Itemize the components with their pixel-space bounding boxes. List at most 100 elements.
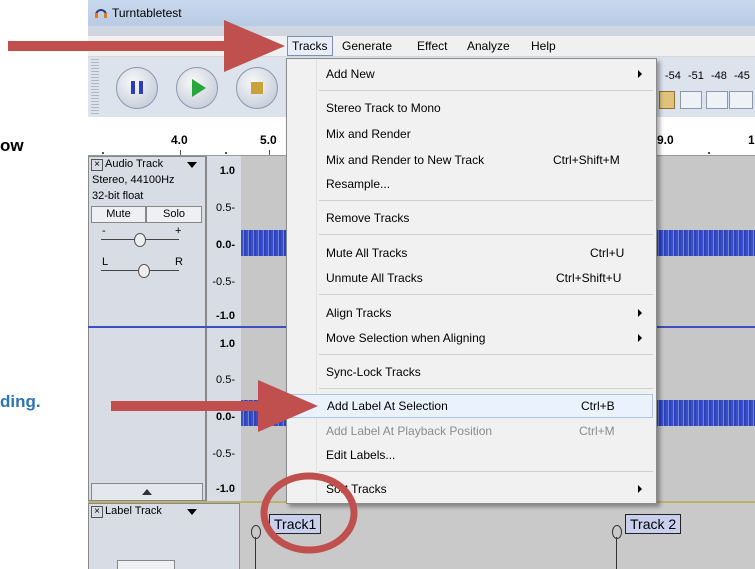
menu-analyze[interactable]: Analyze — [467, 39, 510, 53]
scale-label: 1.0 — [219, 165, 235, 177]
menu-item-remove-tracks[interactable]: Remove Tracks — [287, 206, 656, 230]
menu-item-mix-render-new-track[interactable]: Mix and Render to New Track Ctrl+Shift+M — [287, 148, 656, 172]
trim-icon[interactable] — [680, 91, 702, 109]
menu-item-sort-tracks[interactable]: Sort Tracks — [287, 477, 656, 501]
menu-item-label: Add New — [326, 67, 375, 81]
menu-edit[interactable]: Edit — [122, 39, 143, 53]
ruler-label: 4.0 — [171, 133, 188, 147]
track-name-menu[interactable]: Audio Track — [105, 158, 163, 170]
menu-item-label: Mute All Tracks — [326, 246, 408, 260]
track-label-2[interactable]: Track 2 — [625, 514, 682, 534]
pause-button[interactable] — [116, 67, 158, 109]
menu-transport[interactable]: Transport — [216, 39, 267, 53]
scale-label: -0.5- — [212, 448, 235, 460]
scale-label: 0.5- — [216, 374, 235, 386]
label-track-close-button[interactable]: × — [91, 506, 103, 518]
menu-item-add-label-at-selection[interactable]: Add Label At Selection Ctrl+B — [289, 394, 653, 418]
amplitude-scale: 1.0 0.5- 0.0- -0.5- -1.0 1.0 0.5- 0.0- -… — [206, 156, 241, 501]
pan-slider-handle[interactable] — [138, 264, 150, 278]
track-menu-arrow-icon[interactable] — [187, 162, 197, 168]
play-icon — [192, 79, 206, 97]
ruler-tick — [708, 152, 710, 154]
label-marker-line-2 — [616, 537, 617, 569]
menu-item-label: Move Selection when Aligning — [326, 331, 486, 345]
menu-item-mute-all[interactable]: Mute All Tracks Ctrl+U — [287, 241, 656, 265]
menu-file[interactable]: File — [94, 39, 113, 53]
menu-item-add-new[interactable]: Add New — [287, 62, 656, 86]
menu-item-sync-lock[interactable]: Sync-Lock Tracks — [287, 360, 656, 384]
menu-generate[interactable]: Generate — [342, 39, 392, 53]
meter-label: -54 — [665, 70, 681, 82]
menu-item-edit-labels[interactable]: Edit Labels... — [287, 443, 656, 467]
label-marker-handle-1[interactable] — [251, 525, 261, 539]
ruler-tick — [102, 152, 104, 154]
ruler-tick — [180, 150, 181, 155]
menu-item-shortcut: Ctrl+B — [581, 399, 615, 413]
label-marker-handle-2[interactable] — [612, 525, 622, 539]
menu-item-label: Mix and Render to New Track — [326, 153, 485, 167]
scale-label: 0.0- — [216, 239, 235, 251]
menu-help[interactable]: Help — [531, 39, 556, 53]
submenu-arrow-icon — [638, 70, 642, 78]
collapse-track-button[interactable] — [91, 483, 203, 501]
scale-label: -1.0 — [216, 483, 235, 495]
pause-icon — [131, 81, 143, 94]
label-track-panel: × Label Track — [88, 503, 240, 569]
track-close-button[interactable]: × — [91, 159, 103, 171]
meter-label: -45 — [734, 70, 750, 82]
meter-label: -48 — [711, 70, 727, 82]
gain-minus-label: - — [102, 225, 106, 237]
menu-item-resample[interactable]: Resample... — [287, 172, 656, 196]
gain-slider-handle[interactable] — [134, 233, 146, 247]
menu-item-move-selection-aligning[interactable]: Move Selection when Aligning — [287, 326, 656, 350]
menu-separator — [319, 471, 653, 472]
menu-item-label: Add Label At Selection — [327, 399, 448, 413]
menu-item-align-tracks[interactable]: Align Tracks — [287, 301, 656, 325]
menu-separator — [319, 200, 653, 201]
menu-item-shortcut: Ctrl+M — [579, 424, 615, 438]
silence-icon[interactable] — [706, 91, 728, 109]
menu-effect[interactable]: Effect — [417, 39, 447, 53]
menu-item-stereo-to-mono[interactable]: Stereo Track to Mono — [287, 96, 656, 120]
label-track: × Label Track Track1 Track 2 — [88, 501, 755, 569]
paste-icon[interactable] — [659, 91, 675, 109]
menu-item-label: Add Label At Playback Position — [326, 424, 493, 438]
menu-item-label: Mix and Render — [326, 127, 411, 141]
stop-button[interactable] — [236, 67, 278, 109]
label-marker-line-1 — [255, 537, 256, 569]
menu-separator — [319, 234, 653, 235]
headphones-icon — [95, 9, 107, 18]
pan-right-label: R — [175, 256, 183, 268]
menu-view[interactable]: View — [152, 39, 178, 53]
tracks-dropdown-menu: Add New Stereo Track to Mono Mix and Ren… — [286, 58, 657, 504]
solo-button[interactable]: Solo — [146, 206, 202, 223]
track-control-panel: × Audio Track Stereo, 44100Hz 32-bit flo… — [88, 156, 206, 501]
menu-item-add-label-at-playback[interactable]: Add Label At Playback Position Ctrl+M — [287, 419, 656, 443]
menu-item-mix-and-render[interactable]: Mix and Render — [287, 122, 656, 146]
menu-tracks[interactable]: Tracks — [287, 36, 333, 56]
menu-item-unmute-all[interactable]: Unmute All Tracks Ctrl+Shift+U — [287, 266, 656, 290]
stop-icon — [251, 82, 263, 94]
solo-label: Solo — [162, 208, 186, 220]
track-format: Stereo, 44100Hz — [92, 174, 175, 186]
menu-item-label: Edit Labels... — [326, 448, 396, 462]
submenu-arrow-icon — [638, 485, 642, 493]
menu-item-label: Sort Tracks — [326, 482, 387, 496]
play-button[interactable] — [176, 67, 218, 109]
gain-plus-label: + — [175, 225, 182, 237]
label-track-button[interactable] — [117, 560, 175, 569]
menu-separator — [319, 294, 653, 295]
menu-item-shortcut: Ctrl+U — [590, 246, 625, 260]
track-label-1[interactable]: Track1 — [269, 514, 322, 534]
menu-item-label: Stereo Track to Mono — [326, 101, 441, 115]
submenu-arrow-icon — [638, 334, 642, 342]
mute-button[interactable]: Mute — [91, 206, 146, 223]
label-track-menu-arrow-icon[interactable] — [187, 509, 197, 515]
side-text-2: ding. — [0, 392, 41, 411]
ruler-tick — [269, 150, 270, 155]
label-track-name-menu[interactable]: Label Track — [105, 505, 162, 517]
menu-item-shortcut: Ctrl+Shift+M — [553, 153, 620, 167]
toolbar-grip — [91, 59, 99, 115]
pan-left-label: L — [102, 256, 109, 268]
menu-item-label: Unmute All Tracks — [326, 271, 423, 285]
